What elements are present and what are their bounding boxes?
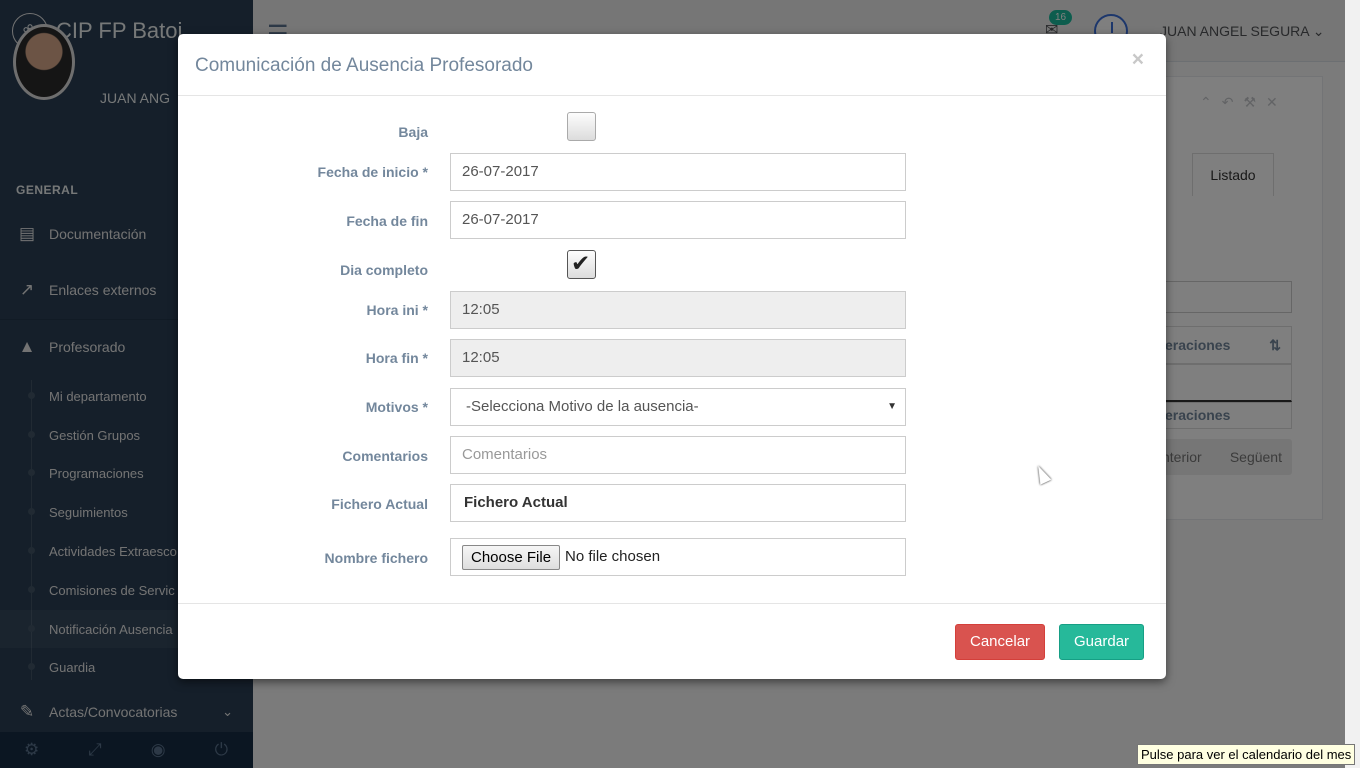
fecha-inicio-input[interactable]: 26-07-2017 [450, 153, 906, 191]
fichero-actual-label: Fichero Actual [331, 496, 428, 512]
modal-title: Comunicación de Ausencia Profesorado [195, 55, 533, 76]
file-input[interactable]: Choose File No file chosen [450, 538, 906, 576]
hora-ini-label: Hora ini * [366, 302, 428, 318]
fecha-fin-label: Fecha de fin [346, 213, 428, 229]
cancel-button[interactable]: Cancelar [955, 624, 1046, 660]
save-button[interactable]: Guardar [1059, 624, 1145, 660]
motivos-select[interactable]: -Selecciona Motivo de la ausencia- ▼ [450, 388, 906, 426]
hora-fin-label: Hora fin * [365, 350, 428, 366]
motivos-selected: -Selecciona Motivo de la ausencia- [466, 398, 699, 415]
caret-down-icon: ▼ [887, 401, 897, 412]
comentarios-input[interactable]: Comentarios [450, 436, 906, 474]
nombre-fichero-label: Nombre fichero [324, 550, 428, 566]
baja-checkbox[interactable] [567, 112, 596, 141]
file-status: No file chosen [565, 548, 661, 565]
dia-completo-label: Dia completo [340, 262, 428, 278]
absence-modal: Comunicación de Ausencia Profesorado × B… [178, 34, 1166, 679]
calendar-tooltip: Pulse para ver el calendario del mes [1137, 744, 1356, 765]
hora-ini-input[interactable]: 12:05 [450, 291, 906, 329]
motivos-label: Motivos * [365, 399, 428, 415]
modal-footer: Cancelar Guardar [178, 603, 1166, 679]
fichero-actual-field: Fichero Actual [450, 484, 906, 522]
comentarios-label: Comentarios [342, 448, 428, 464]
hora-fin-input[interactable]: 12:05 [450, 339, 906, 377]
baja-label: Baja [398, 124, 428, 140]
choose-file-button[interactable]: Choose File [462, 545, 561, 570]
fecha-inicio-label: Fecha de inicio * [317, 164, 428, 180]
checkmark-icon: ✔ [571, 250, 591, 276]
dia-completo-checkbox[interactable]: ✔ [567, 250, 596, 279]
fecha-fin-input[interactable]: 26-07-2017 [450, 201, 906, 239]
modal-header: Comunicación de Ausencia Profesorado × [178, 34, 1166, 96]
close-icon[interactable]: × [1132, 48, 1144, 72]
scrollbar[interactable] [1345, 0, 1360, 768]
